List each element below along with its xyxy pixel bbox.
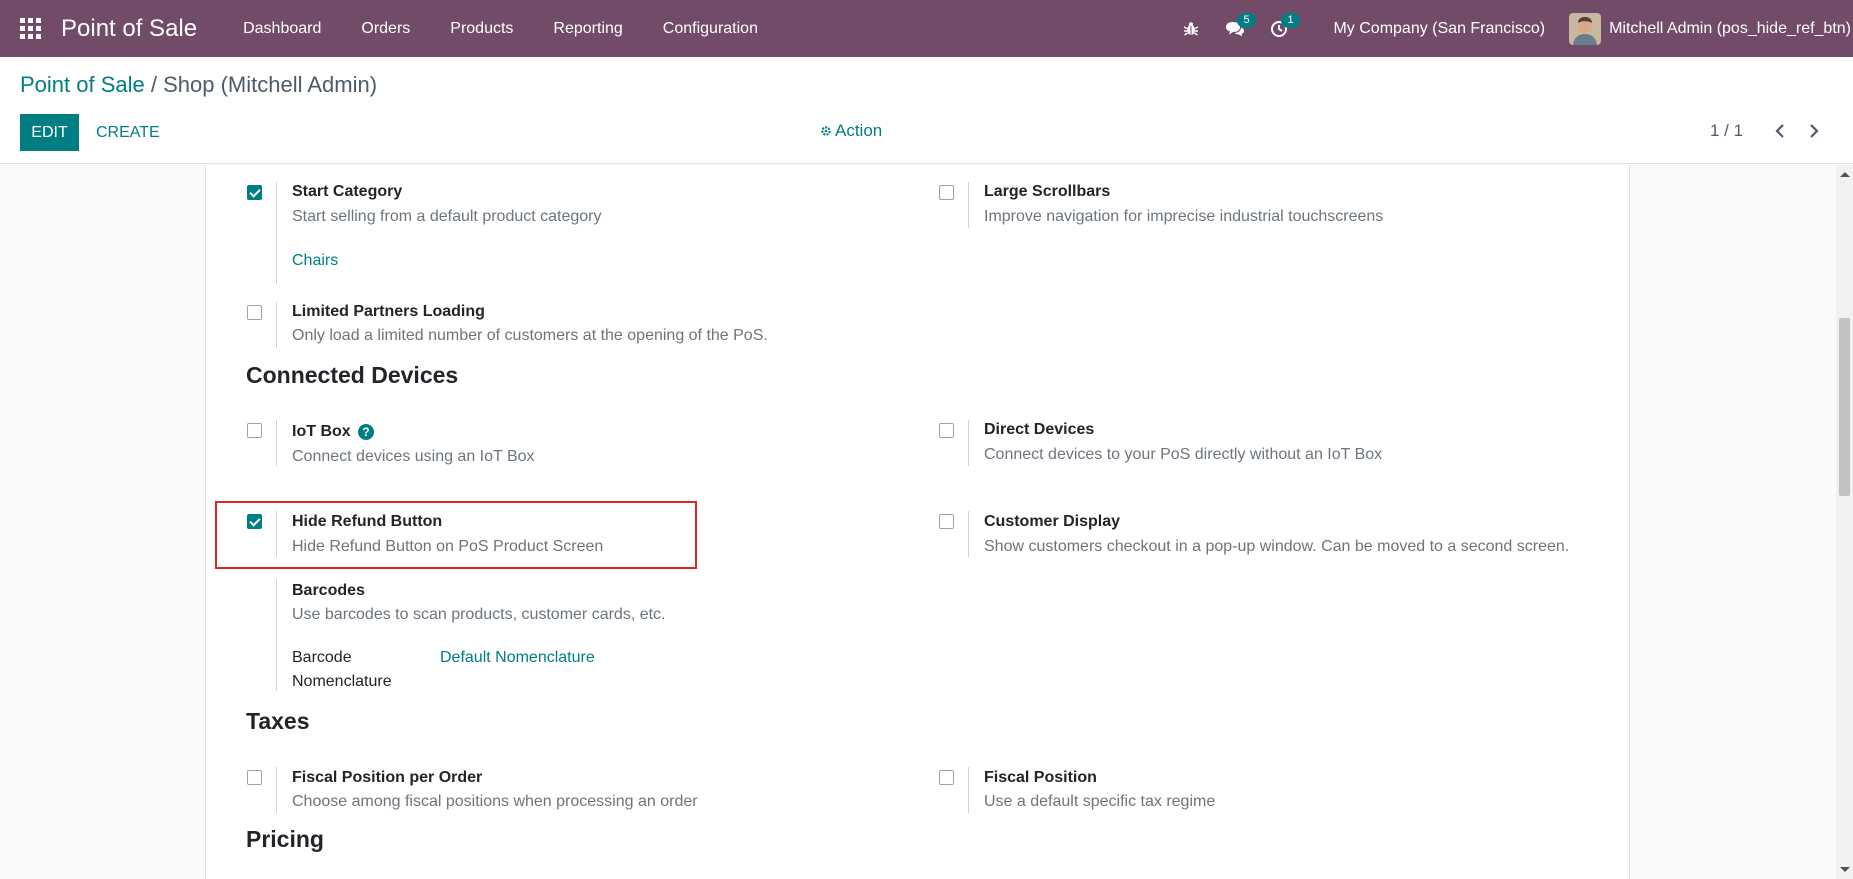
user-name: Mitchell Admin (pos_hide_ref_btn) [1609,19,1851,37]
customer-display-title: Customer Display [984,513,1121,530]
large-scrollbars-checkbox[interactable] [939,185,954,200]
direct-devices-title: Direct Devices [984,421,1095,438]
iot-box-checkbox[interactable] [247,423,262,438]
start-category-desc: Start selling from a default product cat… [292,208,602,225]
fiscal-position-title: Fiscal Position [984,769,1097,786]
top-navbar: Point of Sale Dashboard Orders Products … [0,0,1853,57]
company-switcher[interactable]: My Company (San Francisco) [1301,20,1569,38]
menu-configuration[interactable]: Configuration [643,0,778,57]
vertical-scrollbar[interactable] [1836,165,1853,879]
messages-count-badge: 5 [1237,13,1256,28]
create-button[interactable]: CREATE [90,114,166,151]
help-question-icon[interactable]: ? [358,424,374,440]
apps-menu-icon[interactable] [0,0,60,57]
breadcrumb-separator: / [144,72,164,97]
setting-divider [276,579,277,691]
control-panel: Point of Sale / Shop (Mitchell Admin) ED… [0,57,1853,164]
scroll-down-arrow-icon[interactable] [1840,867,1850,872]
action-menu[interactable]: Action [820,121,882,141]
section-connected-devices: Connected Devices [246,362,459,388]
user-menu[interactable]: Mitchell Admin (pos_hide_ref_btn) [1569,12,1853,45]
customer-display-desc: Show customers checkout in a pop-up wind… [984,538,1570,555]
fiscal-per-order-title: Fiscal Position per Order [292,769,483,786]
form-content: Start Category Start selling from a defa… [0,165,1853,879]
fiscal-position-checkbox[interactable] [939,770,954,785]
setting-divider [968,420,969,466]
chevron-left-icon [1775,124,1784,138]
pager-previous-button[interactable] [1768,119,1792,143]
start-category-checkbox[interactable] [247,185,262,200]
setting-divider [968,182,969,228]
pager-value[interactable]: 1 / 1 [1710,121,1743,141]
iot-box-desc: Connect devices using an IoT Box [292,448,535,465]
gear-icon [821,126,831,136]
activities-count-badge: 1 [1281,13,1300,28]
menu-dashboard[interactable]: Dashboard [223,0,341,57]
barcode-nomenclature-link[interactable]: Default Nomenclature [440,649,595,667]
section-pricing: Pricing [246,826,324,852]
limited-partners-desc: Only load a limited number of customers … [292,327,768,344]
direct-devices-desc: Connect devices to your PoS directly wit… [984,446,1383,463]
large-scrollbars-desc: Improve navigation for imprecise industr… [984,208,1384,225]
breadcrumb-current: Shop (Mitchell Admin) [163,72,378,97]
debug-bug-icon[interactable] [1169,0,1213,57]
start-category-title: Start Category [292,183,403,200]
fiscal-per-order-checkbox[interactable] [247,770,262,785]
section-taxes: Taxes [246,708,310,734]
limited-partners-checkbox[interactable] [247,305,262,320]
form-sheet: Start Category Start selling from a defa… [205,165,1630,879]
menu-reporting[interactable]: Reporting [533,0,642,57]
menu-products[interactable]: Products [430,0,533,57]
direct-devices-checkbox[interactable] [939,423,954,438]
edit-button[interactable]: EDIT [20,114,79,151]
highlight-annotation [215,501,697,569]
breadcrumb-point-of-sale[interactable]: Point of Sale [20,72,145,97]
barcodes-title: Barcodes [292,582,365,599]
iot-box-title: IoT Box [292,423,351,440]
pager-next-button[interactable] [1802,119,1826,143]
app-title[interactable]: Point of Sale [61,15,197,43]
barcodes-desc: Use barcodes to scan products, customer … [292,606,666,623]
setting-divider [276,302,277,348]
setting-divider [276,182,277,284]
customer-display-checkbox[interactable] [939,514,954,529]
barcode-nomenclature-label: Barcode Nomenclature [292,649,392,690]
start-category-value-link[interactable]: Chairs [292,252,338,270]
activities-clock-icon[interactable]: 1 [1257,0,1301,57]
scroll-up-arrow-icon[interactable] [1840,172,1850,177]
action-label: Action [835,121,883,140]
menu-orders[interactable]: Orders [341,0,430,57]
large-scrollbars-title: Large Scrollbars [984,183,1111,200]
setting-divider [276,420,277,466]
breadcrumb: Point of Sale / Shop (Mitchell Admin) [20,72,377,98]
chevron-right-icon [1810,124,1819,138]
scrollbar-thumb[interactable] [1839,318,1850,496]
setting-divider [968,767,969,813]
user-avatar [1569,12,1602,45]
fiscal-position-desc: Use a default specific tax regime [984,793,1216,810]
fiscal-per-order-desc: Choose among fiscal positions when proce… [292,793,698,810]
limited-partners-title: Limited Partners Loading [292,303,485,320]
setting-divider [968,511,969,557]
setting-divider [276,767,277,813]
messages-chat-icon[interactable]: 5 [1213,0,1257,57]
